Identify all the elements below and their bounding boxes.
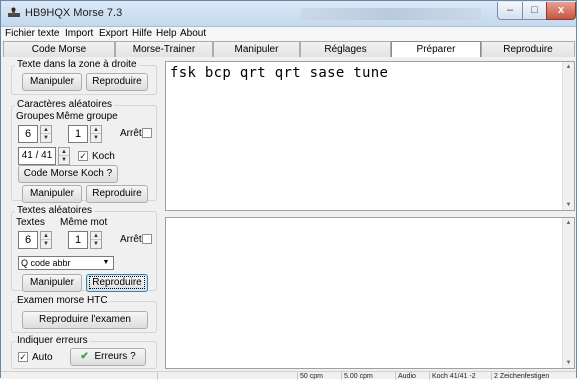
group-random-texts-title: Textes aléatoires xyxy=(15,205,95,217)
groupes-label: Groupes xyxy=(16,111,55,122)
random-texts-reproduire-button[interactable]: Reproduire xyxy=(86,274,148,292)
arret-checkbox[interactable] xyxy=(142,234,152,244)
group-exam: Examen morse HTC Reproduire l'examen xyxy=(11,295,157,333)
status-koch: Koch 41/41 -2 xyxy=(429,372,491,380)
group-random-chars-title: Caractères aléatoires xyxy=(15,99,115,111)
scroll-down-icon[interactable]: ▼ xyxy=(563,202,574,208)
koch-label: Koch xyxy=(92,151,115,162)
random-chars-reproduire-button[interactable]: Reproduire xyxy=(86,185,148,203)
menu-bar: Fichier texte Import Export Hilfe Help A… xyxy=(1,27,576,41)
morse-text-content: fsk bcp qrt qrt sase tune xyxy=(170,65,389,81)
scroll-up-icon[interactable]: ▲ xyxy=(563,64,574,70)
erreurs-button-label: Erreurs ? xyxy=(94,351,136,362)
spin-up-icon[interactable]: ▲ xyxy=(41,126,51,134)
code-morse-koch-button[interactable]: Code Morse Koch ? xyxy=(18,165,118,183)
menu-export[interactable]: Export xyxy=(99,27,128,41)
status-effective-speed: 5.00 cpm xyxy=(341,372,395,380)
tab-preparer[interactable]: Préparer xyxy=(391,41,481,57)
tab-morse-trainer[interactable]: Morse-Trainer xyxy=(115,41,213,57)
status-audio: Audio xyxy=(395,372,429,380)
random-texts-reproduire-label: Reproduire xyxy=(89,276,145,289)
maximize-button[interactable]: □ xyxy=(522,2,547,20)
text-area-bottom[interactable]: ▲ ▼ xyxy=(165,217,575,369)
spin-up-icon[interactable]: ▲ xyxy=(59,148,69,156)
spin-up-icon[interactable]: ▲ xyxy=(91,126,101,134)
meme-groupe-spinner[interactable]: ▲ ▼ xyxy=(90,125,102,143)
group-random-chars: Caractères aléatoires Groupes Même group… xyxy=(11,99,157,203)
groupes-spinner[interactable]: ▲ ▼ xyxy=(40,125,52,143)
menu-fichier-texte[interactable]: Fichier texte xyxy=(5,27,59,41)
status-message: 2 Zeichenfestigen xyxy=(491,372,575,380)
text-type-dropdown[interactable]: Q code abbr ▼ xyxy=(18,256,114,270)
tab-reproduire[interactable]: Reproduire xyxy=(481,41,575,57)
group-exam-title: Examen morse HTC xyxy=(15,295,110,307)
text-type-dropdown-value: Q code abbr xyxy=(21,258,71,268)
spin-up-icon[interactable]: ▲ xyxy=(41,232,51,240)
title-bar[interactable]: HB9HQX Morse 7.3 – □ x xyxy=(1,1,576,27)
tab-bar: Code Morse Morse-Trainer Manipuler Régla… xyxy=(1,41,576,57)
chevron-down-icon[interactable]: ▼ xyxy=(100,257,112,269)
random-chars-manipuler-button[interactable]: Manipuler xyxy=(22,185,82,203)
meme-mot-field[interactable]: 1 xyxy=(68,231,88,249)
tab-manipuler[interactable]: Manipuler xyxy=(213,41,300,57)
window-title: HB9HQX Morse 7.3 xyxy=(25,7,123,19)
groupes-field[interactable]: 6 xyxy=(18,125,38,143)
spin-down-icon[interactable]: ▼ xyxy=(41,134,51,142)
reproduire-examen-button[interactable]: Reproduire l'examen xyxy=(22,311,148,329)
tab-code-morse[interactable]: Code Morse xyxy=(3,41,115,57)
menu-import[interactable]: Import xyxy=(65,27,93,41)
group-errors-title: Indiquer erreurs xyxy=(15,335,90,347)
scroll-down-icon[interactable]: ▼ xyxy=(563,360,574,366)
meme-mot-spinner[interactable]: ▲ ▼ xyxy=(90,231,102,249)
meme-groupe-label: Même groupe xyxy=(56,111,118,122)
scroll-up-icon[interactable]: ▲ xyxy=(563,220,574,226)
arret-label: Arrêt xyxy=(120,128,142,139)
tab-reglages[interactable]: Réglages xyxy=(300,41,391,57)
text-zone-manipuler-button[interactable]: Manipuler xyxy=(22,73,82,91)
textes-field[interactable]: 6 xyxy=(18,231,38,249)
spin-up-icon[interactable]: ▲ xyxy=(91,232,101,240)
koch-level-spinner[interactable]: ▲ ▼ xyxy=(58,147,70,165)
meme-mot-label: Même mot xyxy=(60,217,108,228)
status-empty xyxy=(157,372,297,380)
erreurs-button[interactable]: ✔ Erreurs ? xyxy=(70,348,146,366)
minimize-button[interactable]: – xyxy=(497,2,523,20)
menu-help[interactable]: Help xyxy=(156,27,177,41)
koch-level-field[interactable]: 41 / 41 xyxy=(18,147,56,165)
meme-groupe-field[interactable]: 1 xyxy=(68,125,88,143)
auto-label: Auto xyxy=(32,352,53,363)
random-texts-manipuler-button[interactable]: Manipuler xyxy=(22,274,82,292)
spin-down-icon[interactable]: ▼ xyxy=(91,240,101,248)
close-button[interactable]: x xyxy=(546,2,576,20)
menu-hilfe[interactable]: Hilfe xyxy=(132,27,152,41)
morse-app-icon xyxy=(7,7,21,19)
app-window: HB9HQX Morse 7.3 – □ x Fichier texte Imp… xyxy=(0,0,577,380)
auto-checkbox[interactable]: ✓ xyxy=(18,352,28,362)
spin-down-icon[interactable]: ▼ xyxy=(59,156,69,164)
status-speed: 50 cpm xyxy=(297,372,341,380)
spin-down-icon[interactable]: ▼ xyxy=(41,240,51,248)
textes-spinner[interactable]: ▲ ▼ xyxy=(40,231,52,249)
group-random-texts: Textes aléatoires Textes Même mot 6 ▲ ▼ … xyxy=(11,205,157,292)
checkmark-icon: ✔ xyxy=(80,351,89,362)
group-text-zone: Texte dans la zone à droite Manipuler Re… xyxy=(11,59,157,95)
top-scrollbar[interactable]: ▲ ▼ xyxy=(562,62,574,210)
text-area-top[interactable]: fsk bcp qrt qrt sase tune ▲ ▼ xyxy=(165,61,575,211)
spin-down-icon[interactable]: ▼ xyxy=(91,134,101,142)
textes-label: Textes xyxy=(16,217,45,228)
text-zone-reproduire-button[interactable]: Reproduire xyxy=(86,73,148,91)
menu-about[interactable]: About xyxy=(180,27,206,41)
title-bar-filler xyxy=(301,8,481,20)
koch-checkbox[interactable]: ✓ xyxy=(78,151,88,161)
bottom-scrollbar[interactable]: ▲ ▼ xyxy=(562,218,574,368)
group-text-zone-title: Texte dans la zone à droite xyxy=(15,59,139,71)
arret-checkbox[interactable] xyxy=(142,128,152,138)
arret-label: Arrêt xyxy=(120,234,142,245)
group-errors: Indiquer erreurs ✓ Auto ✔ Erreurs ? xyxy=(11,335,157,369)
